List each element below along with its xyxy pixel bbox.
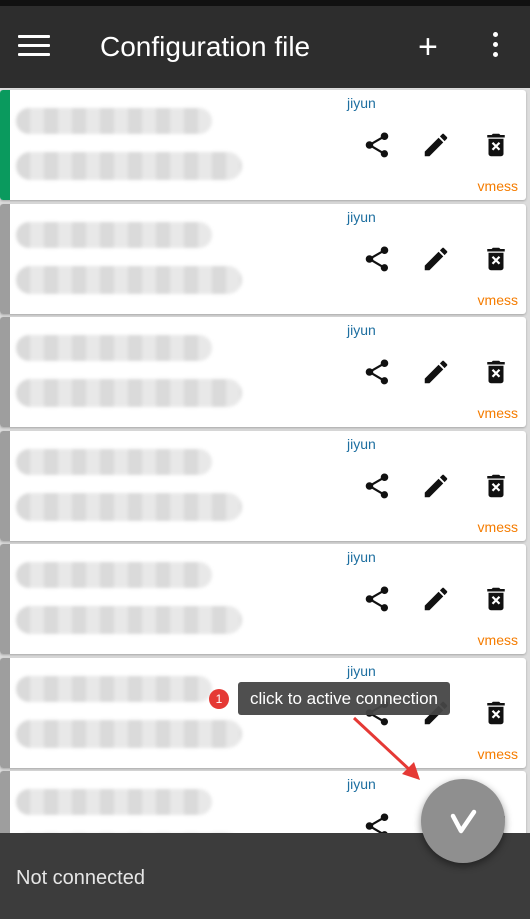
page-title: Configuration file: [100, 31, 311, 62]
share-icon[interactable]: [362, 244, 392, 274]
profile-name-blurred: [16, 108, 212, 134]
share-icon[interactable]: [362, 357, 392, 387]
more-vert-icon[interactable]: [489, 32, 501, 62]
edit-icon[interactable]: [421, 244, 451, 274]
connection-status: Not connected: [16, 867, 145, 889]
selection-indicator: [0, 658, 10, 768]
delete-icon[interactable]: [481, 357, 511, 387]
profile-card[interactable]: jiyun vmess: [0, 317, 526, 427]
profile-card[interactable]: jiyun vmess: [0, 544, 526, 654]
profile-name-blurred: [16, 449, 212, 475]
profile-card[interactable]: jiyun vmess: [0, 431, 526, 541]
menu-icon[interactable]: [18, 35, 50, 59]
profile-card[interactable]: jiyun vmess: [0, 90, 526, 200]
annotation-arrow: [352, 716, 420, 780]
share-icon[interactable]: [362, 471, 392, 501]
protocol-label: vmess: [477, 405, 518, 421]
subscription-label: jiyun: [347, 549, 376, 565]
delete-icon[interactable]: [481, 471, 511, 501]
selection-indicator: [0, 771, 10, 833]
subscription-label: jiyun: [347, 663, 376, 679]
profile-name-blurred: [16, 676, 212, 702]
profile-address-blurred: [16, 379, 242, 407]
v-icon: [450, 809, 477, 834]
selection-indicator: [0, 431, 10, 541]
connect-button[interactable]: [421, 779, 505, 863]
protocol-label: vmess: [477, 632, 518, 648]
subscription-label: jiyun: [347, 209, 376, 225]
subscription-label: jiyun: [347, 95, 376, 111]
profile-address-blurred: [16, 720, 242, 748]
app-bar: Configuration file +: [0, 6, 530, 88]
profile-name-blurred: [16, 789, 212, 815]
subscription-label: jiyun: [347, 436, 376, 452]
profile-name-blurred: [16, 562, 212, 588]
subscription-label: jiyun: [347, 322, 376, 338]
delete-icon[interactable]: [481, 244, 511, 274]
delete-icon[interactable]: [481, 698, 511, 728]
edit-icon[interactable]: [421, 584, 451, 614]
edit-icon[interactable]: [421, 357, 451, 387]
share-icon[interactable]: [362, 130, 392, 160]
selection-indicator: [0, 544, 10, 654]
selection-indicator: [0, 204, 10, 314]
profile-address-blurred: [16, 606, 242, 634]
add-button[interactable]: +: [418, 30, 438, 64]
protocol-label: vmess: [477, 746, 518, 762]
profile-address-blurred: [16, 152, 242, 180]
profile-list: jiyun vmess jiyun vmess jiyun vmess jiyu…: [0, 88, 530, 833]
profile-name-blurred: [16, 335, 212, 361]
profile-name-blurred: [16, 222, 212, 248]
share-icon[interactable]: [362, 811, 392, 833]
profile-address-blurred: [16, 266, 242, 294]
edit-icon[interactable]: [421, 471, 451, 501]
selection-indicator: [0, 90, 10, 200]
delete-icon[interactable]: [481, 584, 511, 614]
protocol-label: vmess: [477, 292, 518, 308]
edit-icon[interactable]: [421, 130, 451, 160]
annotation-badge: 1: [209, 689, 229, 709]
protocol-label: vmess: [477, 519, 518, 535]
delete-icon[interactable]: [481, 130, 511, 160]
selection-indicator: [0, 317, 10, 427]
share-icon[interactable]: [362, 584, 392, 614]
profile-address-blurred: [16, 493, 242, 521]
profile-card[interactable]: jiyun vmess: [0, 204, 526, 314]
protocol-label: vmess: [477, 178, 518, 194]
